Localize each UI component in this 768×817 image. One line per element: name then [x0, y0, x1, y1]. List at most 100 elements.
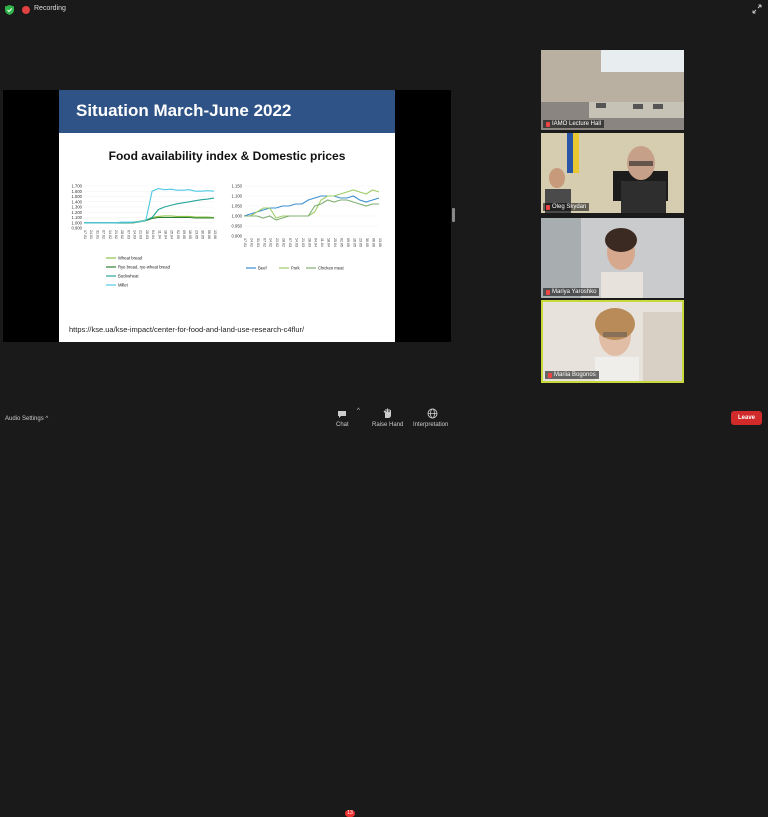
x-tick-label: 17.01: [83, 230, 87, 239]
y-tick-label: 1.600: [72, 189, 83, 194]
legend-label: Wheat bread: [118, 256, 143, 261]
participant-name: Oleg Skydan: [552, 204, 587, 210]
x-tick-label: 23.05: [359, 238, 363, 247]
participant-video: [541, 218, 684, 298]
x-tick-label: 23.05: [194, 230, 198, 239]
participant-name: Mariya Yaroshko: [552, 289, 597, 295]
x-tick-label: 21.03: [139, 230, 143, 239]
y-tick-label: 1.700: [72, 184, 83, 189]
participant-label: Mariya Yaroshko: [543, 288, 600, 296]
audio-settings-label: Audio Settings: [5, 416, 44, 422]
x-tick-label: 13.06: [378, 238, 382, 247]
x-tick-label: 28.03: [145, 230, 149, 239]
x-tick-label: 28.02: [120, 230, 124, 239]
slide-title-bar: Situation March-June 2022: [59, 90, 395, 133]
y-tick-label: 1.050: [232, 204, 243, 209]
x-tick-label: 24.01: [89, 230, 93, 239]
audio-settings-button[interactable]: Audio Settings ^: [5, 416, 48, 422]
y-tick-label: 1.300: [72, 205, 83, 210]
x-tick-label: 21.02: [114, 230, 118, 239]
y-tick-label: 0.900: [72, 226, 83, 231]
raise-hand-icon[interactable]: [382, 408, 392, 419]
chevron-up-icon[interactable]: ^: [357, 408, 360, 414]
lecture-hall-video: [541, 50, 684, 130]
x-tick-label: 06.06: [207, 230, 211, 239]
legend-label: Pork: [291, 266, 301, 271]
x-tick-label: 25.04: [333, 238, 337, 247]
mic-muted-icon: [546, 289, 550, 295]
raise-hand-label[interactable]: Raise Hand: [372, 422, 403, 428]
mic-muted-icon: [546, 204, 550, 210]
legend-label: Millet: [118, 283, 129, 288]
x-tick-label: 28.03: [307, 238, 311, 247]
x-tick-label: 02.05: [176, 230, 180, 239]
x-tick-label: 06.06: [372, 238, 376, 247]
x-tick-label: 07.02: [262, 238, 266, 247]
participant-tile-oleg[interactable]: Oleg Skydan: [541, 133, 684, 213]
x-tick-label: 16.05: [188, 230, 192, 239]
slide-link: https://kse.ua/kse-impact/center-for-foo…: [69, 325, 305, 334]
shield-icon[interactable]: [5, 5, 14, 15]
y-tick-label: 0.900: [232, 234, 243, 239]
participant-video: [543, 302, 682, 381]
x-tick-label: 31.01: [256, 238, 260, 247]
x-tick-label: 09.05: [346, 238, 350, 247]
chat-icon[interactable]: [337, 410, 347, 419]
y-tick-label: 1.200: [72, 210, 83, 215]
recording-label: Recording: [34, 5, 66, 12]
legend-label: Chicken meat: [318, 266, 344, 271]
top-bar: Recording: [0, 0, 768, 20]
legend-label: Beef: [258, 266, 267, 271]
participant-label: Oleg Skydan: [543, 203, 590, 211]
participant-tile-mariya[interactable]: Mariya Yaroshko: [541, 218, 684, 298]
y-tick-label: 0.950: [232, 224, 243, 229]
x-tick-label: 07.03: [126, 230, 130, 239]
x-tick-label: 28.02: [282, 238, 286, 247]
x-tick-label: 11.04: [320, 238, 324, 247]
resize-handle[interactable]: [452, 208, 455, 222]
mic-muted-icon: [548, 372, 552, 378]
x-tick-label: 07.03: [288, 238, 292, 247]
y-tick-label: 1.000: [232, 214, 243, 219]
x-tick-label: 24.01: [249, 238, 253, 247]
x-tick-label: 02.05: [339, 238, 343, 247]
participant-label: IAMO Lecture Hall: [543, 120, 605, 128]
recording-icon: [22, 6, 30, 14]
x-tick-label: 14.03: [294, 238, 298, 247]
y-tick-label: 1.000: [72, 220, 83, 225]
participant-name: IAMO Lecture Hall: [552, 121, 602, 127]
x-tick-label: 17.01: [243, 238, 247, 247]
x-tick-label: 31.01: [95, 230, 99, 239]
mic-muted-icon: [546, 121, 550, 127]
x-tick-label: 14.02: [108, 230, 112, 239]
x-tick-label: 11.04: [157, 230, 161, 239]
x-tick-label: 14.03: [133, 230, 137, 239]
globe-icon[interactable]: [427, 408, 438, 419]
presentation-slide: Situation March-June 2022 Food availabil…: [59, 90, 395, 342]
participant-tile-iamo[interactable]: IAMO Lecture Hall: [541, 50, 684, 130]
chevron-up-icon: ^: [45, 416, 49, 422]
chat-button-label[interactable]: Chat: [336, 422, 349, 428]
x-tick-label: 04.04: [314, 238, 318, 247]
x-tick-label: 25.04: [170, 230, 174, 239]
x-tick-label: 21.02: [275, 238, 279, 247]
participant-tile-mariia[interactable]: Mariia Bogonos: [541, 300, 684, 383]
y-tick-label: 1.100: [232, 194, 243, 199]
x-tick-label: 21.03: [301, 238, 305, 247]
fullscreen-icon[interactable]: [752, 4, 762, 14]
participant-label: Mariia Bogonos: [545, 371, 599, 379]
participant-name: Mariia Bogonos: [554, 372, 596, 378]
x-tick-label: 13.06: [213, 230, 217, 239]
x-tick-label: 14.02: [269, 238, 273, 247]
chart-food-availability: 1.7001.6001.5001.4001.3001.2001.1001.000…: [72, 184, 217, 288]
x-tick-label: 18.04: [327, 238, 331, 247]
x-tick-label: 18.04: [163, 230, 167, 239]
meeting-toolbar: Audio Settings ^ 13 ^ Chat Raise Hand In…: [0, 404, 768, 817]
x-tick-label: 30.05: [365, 238, 369, 247]
legend-label: Rye bread, rye-wheat bread: [118, 265, 171, 270]
interpretation-label[interactable]: Interpretation: [413, 422, 448, 428]
legend-label: Buckwheat: [118, 274, 139, 279]
x-tick-label: 30.05: [201, 230, 205, 239]
leave-button[interactable]: Leave: [731, 411, 762, 425]
participant-video: [541, 133, 684, 213]
